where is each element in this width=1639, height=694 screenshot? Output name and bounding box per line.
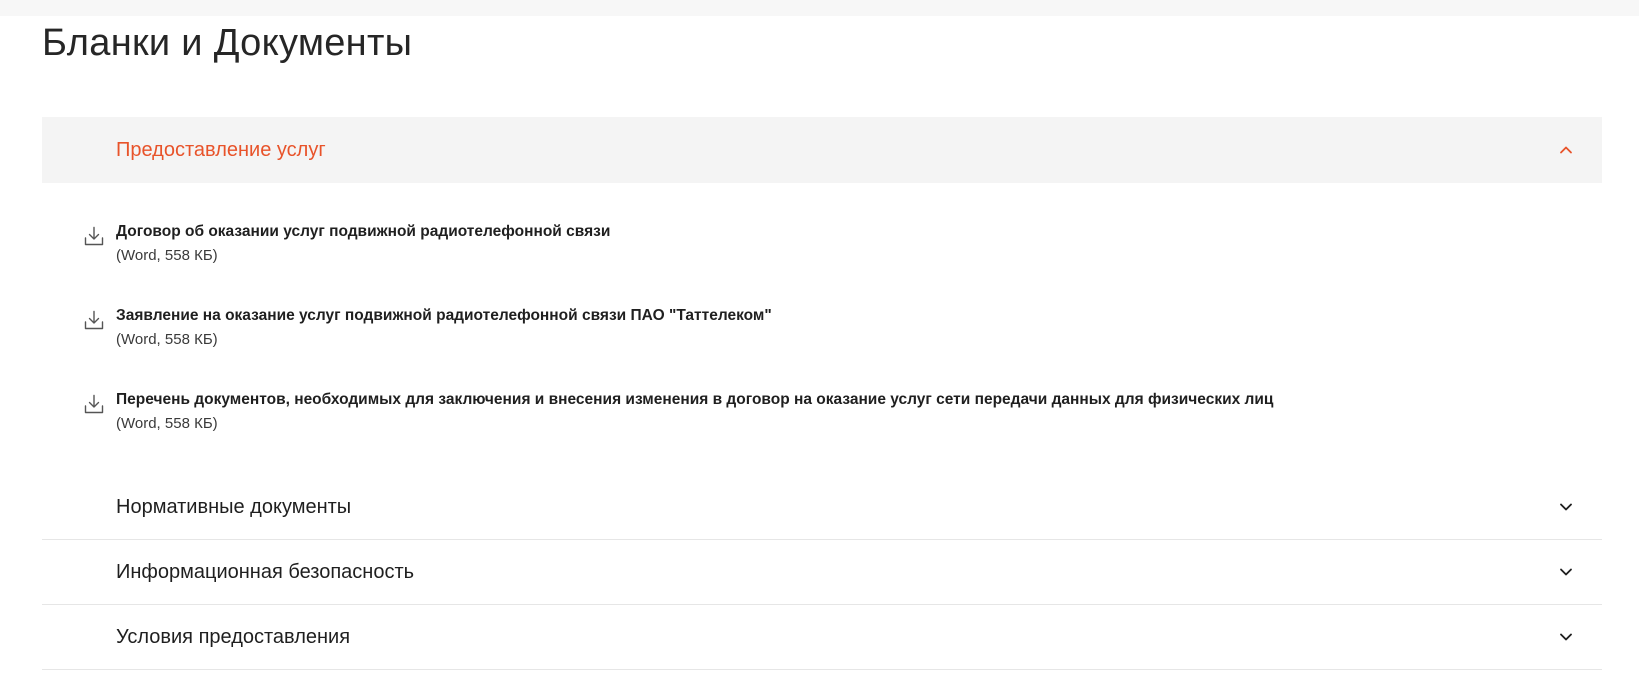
document-link[interactable]: Перечень документов, необходимых для зак… bbox=[116, 389, 1273, 411]
document-item[interactable]: Заявление на оказание услуг подвижной ра… bbox=[42, 305, 1602, 355]
accordion-title: Предоставление услуг bbox=[116, 139, 326, 161]
documents-accordion: Предоставление услуг Договор об оказании… bbox=[42, 117, 1602, 670]
accordion-section-conditions: Условия предоставления bbox=[42, 605, 1602, 670]
download-icon[interactable] bbox=[83, 309, 105, 331]
accordion-header-regulatory[interactable]: Нормативные документы bbox=[42, 475, 1602, 539]
document-link[interactable]: Заявление на оказание услуг подвижной ра… bbox=[116, 305, 772, 327]
document-item[interactable]: Перечень документов, необходимых для зак… bbox=[42, 389, 1602, 439]
accordion-section-security: Информационная безопасность bbox=[42, 540, 1602, 605]
accordion-header-services[interactable]: Предоставление услуг bbox=[42, 117, 1602, 183]
page-title: Бланки и Документы bbox=[42, 22, 413, 64]
document-file-info: (Word, 558 КБ) bbox=[116, 247, 218, 264]
accordion-title: Условия предоставления bbox=[116, 626, 351, 648]
document-item[interactable]: Договор об оказании услуг подвижной ради… bbox=[42, 221, 1602, 271]
chevron-up-icon[interactable] bbox=[1558, 142, 1574, 158]
chevron-down-icon[interactable] bbox=[1558, 499, 1574, 515]
download-icon[interactable] bbox=[83, 225, 105, 247]
accordion-title: Информационная безопасность bbox=[116, 561, 415, 583]
chevron-down-icon[interactable] bbox=[1558, 629, 1574, 645]
accordion-body-services: Договор об оказании услуг подвижной ради… bbox=[42, 183, 1602, 475]
accordion-section-services: Предоставление услуг Договор об оказании… bbox=[42, 117, 1602, 475]
accordion-header-conditions[interactable]: Условия предоставления bbox=[42, 605, 1602, 669]
chevron-down-icon[interactable] bbox=[1558, 564, 1574, 580]
accordion-header-security[interactable]: Информационная безопасность bbox=[42, 540, 1602, 604]
document-link[interactable]: Договор об оказании услуг подвижной ради… bbox=[116, 221, 610, 243]
top-bar-strip bbox=[0, 0, 1639, 16]
accordion-title: Нормативные документы bbox=[116, 496, 352, 518]
document-file-info: (Word, 558 КБ) bbox=[116, 415, 218, 432]
document-file-info: (Word, 558 КБ) bbox=[116, 331, 218, 348]
accordion-section-regulatory: Нормативные документы bbox=[42, 475, 1602, 540]
download-icon[interactable] bbox=[83, 393, 105, 415]
